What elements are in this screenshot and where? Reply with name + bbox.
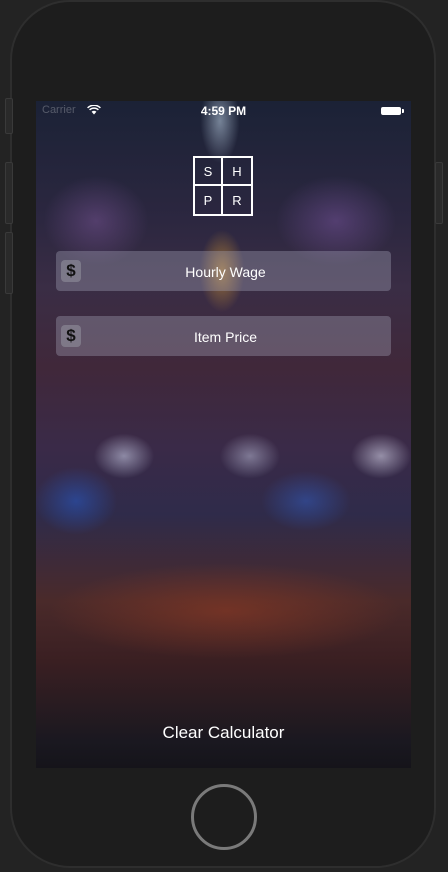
- clear-calculator-button[interactable]: Clear Calculator: [36, 721, 411, 745]
- logo-letter-h: H: [223, 158, 251, 186]
- mute-switch: [5, 98, 13, 134]
- battery-icon: [381, 107, 404, 115]
- hourly-wage-field[interactable]: $: [56, 251, 391, 293]
- item-price-field[interactable]: $: [56, 316, 391, 358]
- logo-letter-s: S: [195, 158, 223, 186]
- logo-letter-p: P: [195, 186, 223, 214]
- status-time: 4:59 PM: [200, 104, 247, 118]
- hourly-wage-input[interactable]: [86, 251, 365, 293]
- dollar-icon: $: [61, 260, 81, 282]
- dollar-icon: $: [61, 325, 81, 347]
- shpr-logo: S H P R: [193, 156, 253, 216]
- status-bar: Carrier 4:59 PM: [36, 101, 411, 121]
- app-screen: Carrier 4:59 PM S H P R $ $ Clear Calcul…: [36, 101, 411, 768]
- volume-down-button: [5, 232, 13, 294]
- power-button: [435, 162, 443, 224]
- item-price-input[interactable]: [86, 316, 365, 358]
- volume-up-button: [5, 162, 13, 224]
- logo-letter-r: R: [232, 192, 242, 208]
- home-button[interactable]: [191, 784, 257, 850]
